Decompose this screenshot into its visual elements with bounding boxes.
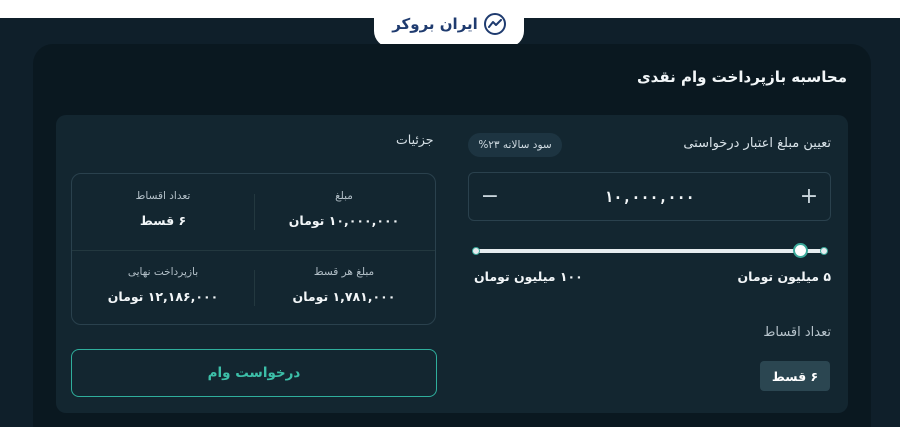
brand-logo[interactable]: ایران بروکر [374,0,524,47]
annual-rate-badge: سود سالانه ۲۳% [468,133,562,157]
detail-cell-installments: تعداد اقساط ۶ قسط [72,190,254,228]
range-max-label: ۱۰۰ میلیون تومان [474,269,583,284]
amount-slider[interactable] [472,243,828,258]
increase-button[interactable]: + [798,185,820,208]
details-title: جزئیات [396,132,434,147]
amount-value[interactable]: ۱۰,۰۰۰,۰۰۰ [604,188,694,206]
details-table: مبلغ ۱۰,۰۰۰,۰۰۰ تومان تعداد اقساط ۶ قسط … [71,173,436,325]
decrease-button[interactable]: − [479,185,501,208]
detail-value: ۱,۷۸۱,۰۰۰ تومان [292,289,396,304]
card-title: محاسبه بازپرداخت وام نقدی [636,68,847,86]
slider-thumb[interactable] [793,243,808,258]
range-min-label: ۵ میلیون تومان [737,269,831,284]
installments-label: تعداد اقساط [763,325,831,340]
detail-cell-amount: مبلغ ۱۰,۰۰۰,۰۰۰ تومان [253,190,435,228]
amount-label: تعیین مبلغ اعتبار درخواستی [683,136,831,151]
detail-cell-installment-amount: مبلغ هر قسط ۱,۷۸۱,۰۰۰ تومان [253,266,435,304]
detail-label: مبلغ هر قسط [313,266,375,278]
brand-name: ایران بروکر [392,14,478,33]
detail-value: ۱۲,۱۸۶,۰۰۰ تومان [107,289,219,304]
slider-end-left [472,247,480,255]
detail-value: ۶ قسط [139,213,187,228]
detail-label: تعداد اقساط [135,190,191,202]
slider-end-right [820,247,828,255]
loan-calculator-card: محاسبه بازپرداخت وام نقدی تعیین مبلغ اعت… [33,44,871,427]
amount-stepper: − ۱۰,۰۰۰,۰۰۰ + [468,172,831,221]
detail-label: مبلغ [335,190,353,202]
request-loan-button[interactable]: درخواست وام [71,349,437,397]
details-divider-horizontal [72,250,435,251]
installment-option-selected[interactable]: ۶ قسط [760,361,830,391]
detail-value: ۱۰,۰۰۰,۰۰۰ تومان [288,213,400,228]
slider-track [474,249,826,253]
calculator-panel: تعیین مبلغ اعتبار درخواستی سود سالانه ۲۳… [56,115,848,413]
trend-chart-icon [483,12,506,35]
detail-label: بازپرداخت نهایی [127,266,199,278]
detail-cell-total-repayment: بازپرداخت نهایی ۱۲,۱۸۶,۰۰۰ تومان [72,266,254,304]
